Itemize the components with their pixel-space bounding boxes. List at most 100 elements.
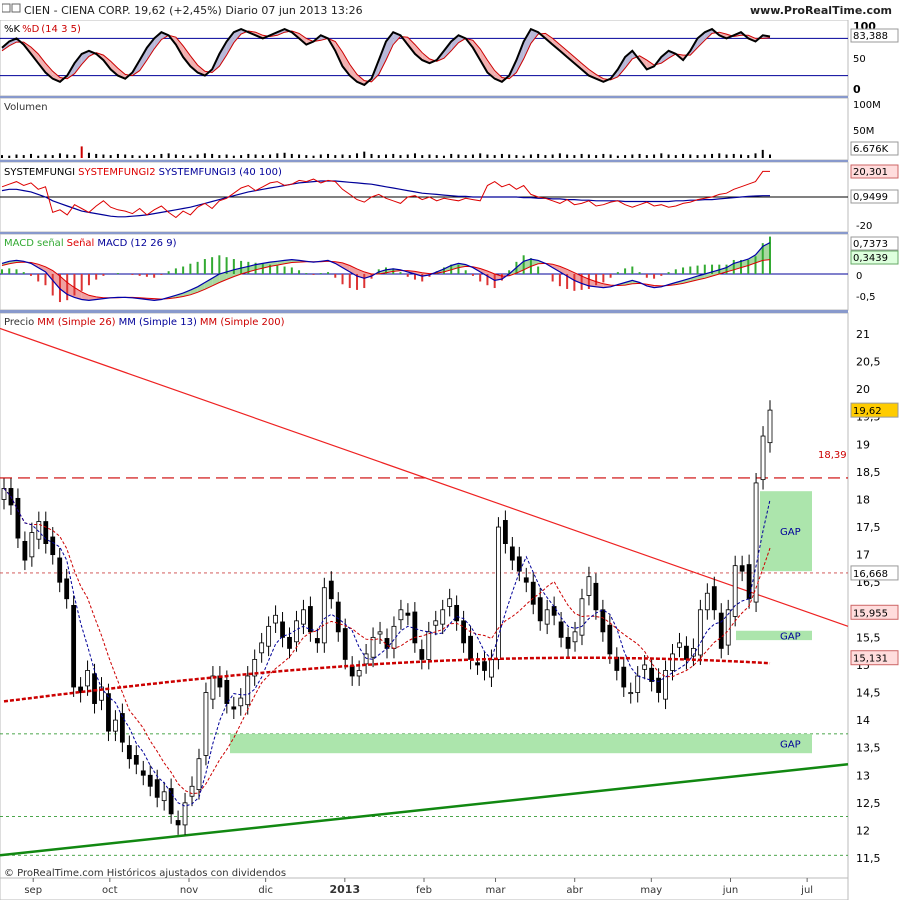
volume-bar-65 bbox=[471, 154, 474, 158]
volume-bar-95 bbox=[689, 154, 692, 158]
price-tick-17: 12,5 bbox=[856, 797, 881, 810]
volume-bar-38 bbox=[276, 153, 279, 158]
candle-body-20 bbox=[140, 770, 146, 776]
price-tick-13: 14,5 bbox=[856, 687, 881, 700]
volume-bar-69 bbox=[500, 153, 503, 158]
stoch-tick-0: 0 bbox=[853, 83, 861, 96]
candle-body-78 bbox=[544, 609, 550, 625]
panel-divider-blue-1[interactable] bbox=[0, 96, 848, 98]
volume-bar-96 bbox=[696, 155, 699, 158]
price-tick-11: 15,5 bbox=[856, 631, 881, 644]
x-label-8: may bbox=[640, 885, 662, 896]
x-label-10: jul bbox=[800, 885, 813, 896]
candle-body-80 bbox=[558, 621, 564, 638]
candle-body-82 bbox=[572, 631, 578, 643]
candle-body-8 bbox=[57, 557, 63, 583]
volume-bar-99 bbox=[718, 153, 721, 158]
price-tick-5: 18,5 bbox=[856, 466, 881, 479]
candle-body-30 bbox=[210, 675, 216, 700]
volume-bar-46 bbox=[334, 155, 337, 158]
price-badge-label-2: 15,955 bbox=[853, 608, 888, 619]
volume-bar-24 bbox=[174, 154, 177, 158]
volume-bar-56 bbox=[406, 154, 409, 158]
price-tick-15: 13,5 bbox=[856, 742, 881, 755]
x-label-1: oct bbox=[102, 885, 118, 896]
volume-bar-4 bbox=[29, 153, 32, 158]
candle-body-79 bbox=[551, 606, 557, 616]
candle-body-84 bbox=[586, 576, 592, 596]
volume-bar-15 bbox=[109, 155, 112, 158]
x-label-5: feb bbox=[416, 885, 432, 896]
volume-bar-33 bbox=[240, 155, 243, 158]
volume-bar-37 bbox=[269, 154, 272, 158]
candle-body-41 bbox=[287, 636, 292, 649]
volume-bar-29 bbox=[211, 153, 214, 158]
volume-bar-74 bbox=[537, 153, 540, 158]
candle-body-89 bbox=[621, 666, 627, 688]
gap-zone-2 bbox=[230, 733, 812, 754]
volume-bar-73 bbox=[529, 154, 532, 158]
volume-bar-11 bbox=[80, 146, 83, 158]
candle-body-57 bbox=[398, 609, 404, 621]
brand-url[interactable]: www.ProRealTime.com bbox=[750, 4, 892, 17]
volume-bar-101 bbox=[732, 153, 735, 158]
window-icons[interactable] bbox=[2, 3, 22, 15]
chart-area[interactable]: %K %D (14 3 5) Volumen SYSTEMFUNGI SYSTEMFU… bbox=[0, 20, 900, 900]
volume-bar-5 bbox=[37, 155, 40, 158]
volume-bar-52 bbox=[377, 155, 380, 158]
volume-bar-91 bbox=[660, 153, 663, 158]
volume-bar-26 bbox=[189, 155, 192, 158]
volume-bar-17 bbox=[124, 154, 127, 158]
price-tick-0: 21 bbox=[856, 328, 870, 341]
volume-bar-19 bbox=[138, 155, 141, 158]
volume-bar-3 bbox=[22, 155, 25, 158]
candle-body-24 bbox=[168, 788, 174, 815]
volume-bar-106 bbox=[769, 154, 771, 158]
candle-body-90 bbox=[628, 692, 634, 695]
candle-body-45 bbox=[314, 638, 320, 644]
volume-bar-27 bbox=[196, 154, 199, 158]
volume-bar-64 bbox=[464, 155, 467, 158]
volume-bar-87 bbox=[631, 154, 634, 158]
volume-bar-89 bbox=[645, 155, 648, 158]
macd-last-value-a: 0,7373 bbox=[853, 239, 888, 250]
price-tick-14: 14 bbox=[856, 714, 870, 727]
volume-bar-104 bbox=[754, 153, 757, 158]
candle-body-68 bbox=[475, 662, 480, 666]
maximize-icon[interactable] bbox=[11, 3, 21, 13]
candle-body-103 bbox=[718, 612, 724, 649]
candle-body-53 bbox=[370, 636, 376, 658]
footer-copyright: © ProRealTime.com Históricos ajustados c… bbox=[4, 867, 286, 879]
candle-body-107 bbox=[746, 564, 752, 600]
x-label-0: sep bbox=[24, 885, 42, 896]
candle-body-4 bbox=[29, 532, 35, 558]
candle-body-2 bbox=[15, 497, 21, 539]
volume-bar-58 bbox=[421, 155, 424, 158]
volume-bar-20 bbox=[145, 154, 148, 158]
restore-icon[interactable] bbox=[2, 3, 11, 13]
volume-bar-55 bbox=[399, 155, 402, 158]
panel-divider-blue-2[interactable] bbox=[0, 160, 848, 162]
volume-bar-62 bbox=[450, 153, 453, 158]
candle-body-52 bbox=[363, 653, 369, 665]
volume-bar-57 bbox=[413, 153, 416, 158]
volume-bar-61 bbox=[442, 155, 445, 158]
volume-title: Volumen bbox=[4, 102, 48, 113]
candle-body-60 bbox=[419, 649, 425, 660]
volume-bar-102 bbox=[740, 154, 743, 158]
volume-bar-16 bbox=[116, 153, 119, 158]
sf-last-value-a: 20,301 bbox=[853, 167, 888, 178]
volume-bar-2 bbox=[15, 154, 18, 158]
volume-bar-98 bbox=[711, 153, 714, 158]
candle-body-106 bbox=[739, 565, 745, 572]
instrument-title: CIEN - CIENA CORP. 19,62 (+2,45%) Diario… bbox=[24, 4, 363, 17]
candle-body-97 bbox=[677, 642, 682, 648]
panel-divider-blue-4[interactable] bbox=[0, 310, 848, 313]
candle-body-93 bbox=[649, 667, 655, 682]
volume-bar-88 bbox=[638, 153, 641, 158]
candle-body-23 bbox=[161, 791, 167, 802]
macd-tick-m05: -0,5 bbox=[856, 292, 876, 303]
volume-bar-31 bbox=[225, 154, 228, 158]
price-tick-2: 20 bbox=[856, 383, 870, 396]
panel-divider-blue-3[interactable] bbox=[0, 232, 848, 234]
